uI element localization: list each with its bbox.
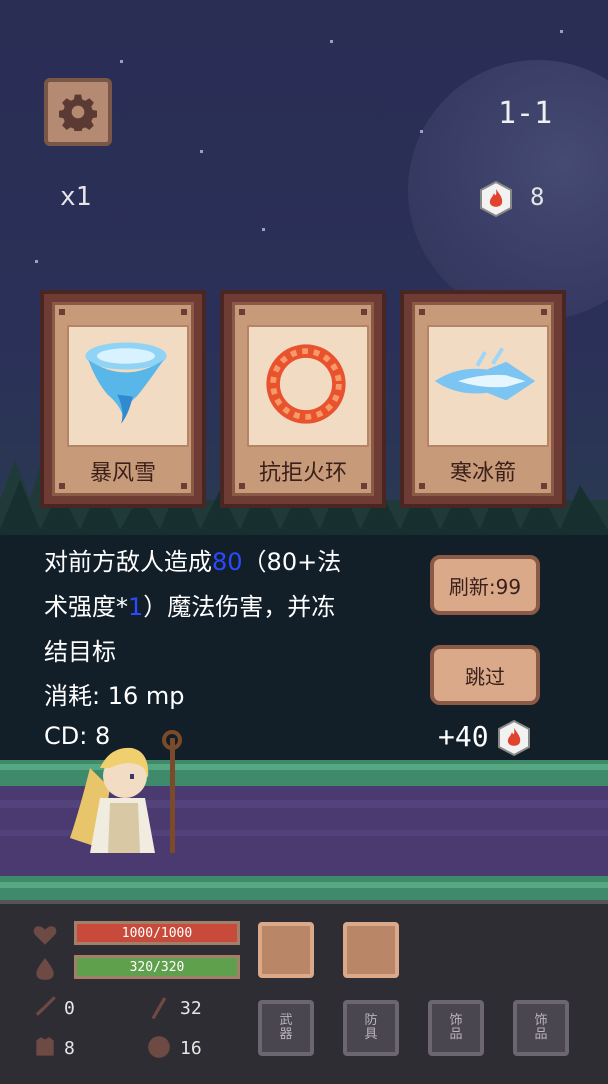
sword-icon — [35, 996, 56, 1016]
equip-slot-armor[interactable]: 防 具 — [343, 1000, 399, 1056]
star — [262, 228, 265, 231]
skip-button[interactable]: 跳过 — [430, 645, 540, 705]
heart-icon — [33, 926, 57, 945]
skill-description: 对前方敌人造成80（80+法 术强度*1）魔法伤害，并冻 结目标 — [44, 540, 394, 675]
skill-slot-1[interactable] — [258, 922, 314, 978]
star — [200, 150, 203, 153]
stage-label: 1-1 — [498, 96, 553, 131]
armor-icon — [36, 1037, 54, 1056]
shield-orb-icon — [148, 1036, 170, 1058]
gear-icon — [59, 94, 97, 131]
hp-bar: 1000/1000 — [74, 921, 240, 945]
star — [420, 130, 423, 133]
desc-text: 结目标 — [44, 638, 116, 666]
attack-value: 0 — [64, 998, 75, 1019]
tornado-art — [67, 325, 189, 447]
refresh-button[interactable]: 刷新:99 — [430, 555, 540, 615]
skill-cost: 消耗: 16 mp — [44, 682, 185, 710]
skip-reward: +40 — [438, 720, 489, 753]
desc-text: 术强度* — [44, 593, 128, 621]
star — [560, 30, 563, 33]
desc-text: ）魔法伤害，并冻 — [143, 593, 336, 621]
desc-text: （80+法 — [242, 548, 342, 576]
fire-crystal-icon — [480, 181, 512, 217]
fire-crystal-icon — [498, 720, 530, 756]
magic-defense-value: 16 — [180, 1038, 202, 1059]
desc-text: 对前方敌人造成 — [44, 548, 212, 576]
desc-damage-value: 80 — [212, 548, 243, 576]
mp-bar: 320/320 — [74, 955, 240, 979]
skill-card-ice-arrow[interactable]: 寒冰箭 — [400, 290, 566, 508]
skill-slot-2[interactable] — [343, 922, 399, 978]
fire-ring-art — [247, 325, 369, 447]
star — [120, 60, 123, 63]
staff-icon — [151, 997, 167, 1020]
ice-arrow-art — [427, 325, 549, 447]
equip-slot-weapon[interactable]: 武 器 — [258, 1000, 314, 1056]
speed-toggle[interactable]: x1 — [60, 182, 91, 212]
settings-button[interactable] — [44, 78, 112, 146]
armor-value: 8 — [64, 1038, 75, 1059]
card-name: 寒冰箭 — [449, 461, 516, 486]
equip-slot-accessory-1[interactable]: 饰 品 — [428, 1000, 484, 1056]
mana-drop-icon — [36, 958, 54, 980]
star — [330, 40, 333, 43]
crystal-count: 8 — [530, 183, 545, 211]
skill-card-fire-ring[interactable]: 抗拒火环 — [220, 290, 386, 508]
equip-slot-accessory-2[interactable]: 饰 品 — [513, 1000, 569, 1056]
card-name: 抗拒火环 — [258, 461, 347, 486]
card-name: 暴风雪 — [89, 461, 156, 486]
hero-mage-sprite — [70, 730, 182, 853]
star — [35, 260, 38, 263]
skill-card-blizzard[interactable]: 暴风雪 — [40, 290, 206, 508]
desc-ratio-value: 1 — [128, 593, 144, 621]
magic-power-value: 32 — [180, 998, 202, 1019]
